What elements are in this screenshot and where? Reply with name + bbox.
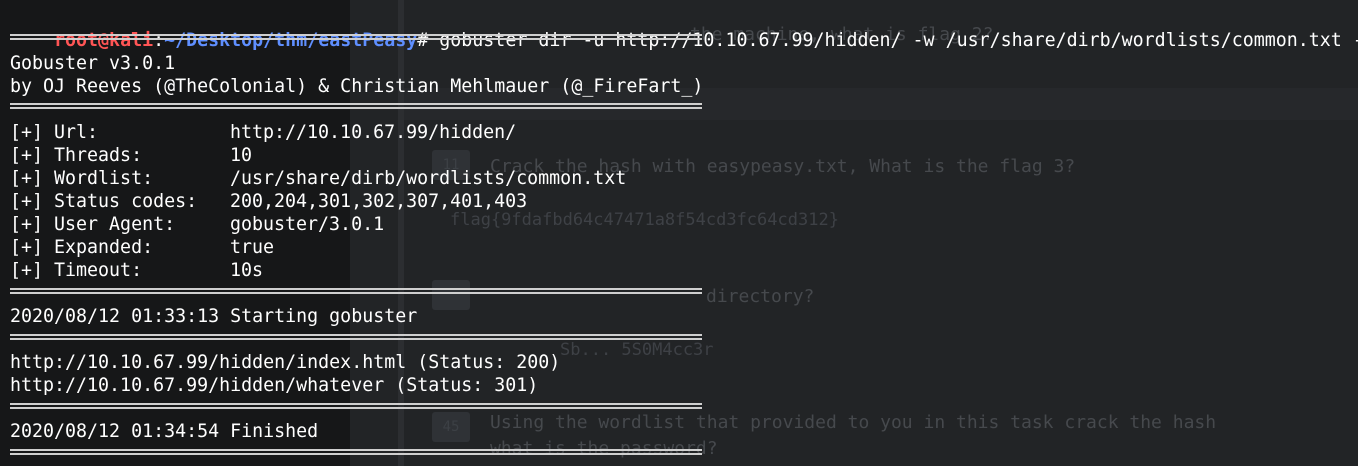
config-value: 10 <box>230 145 253 166</box>
start-line: 2020/08/12 01:33:13 Starting gobuster <box>10 306 418 327</box>
result-line: http://10.10.67.99/hidden/index.html (St… <box>10 352 561 373</box>
command-line: root@kali:~/Desktop/thm/eastPeasy# gobus… <box>10 6 1358 51</box>
separator-line <box>10 102 702 110</box>
config-key: [+] Wordlist: <box>10 168 154 189</box>
config-status-codes: [+] Status codes: 200,204,301,302,307,401… <box>10 190 527 213</box>
config-url: [+] Url: http://10.10.67.99/hidden/ <box>10 121 516 144</box>
config-value: http://10.10.67.99/hidden/ <box>230 122 517 143</box>
separator-line <box>10 287 702 295</box>
separator-line <box>10 333 702 341</box>
config-value: true <box>230 237 275 258</box>
terminal-output[interactable]: root@kali:~/Desktop/thm/eastPeasy# gobus… <box>0 0 1358 466</box>
config-value: gobuster/3.0.1 <box>230 214 385 235</box>
separator-line <box>10 33 702 41</box>
config-key: [+] Expanded: <box>10 237 154 258</box>
config-key: [+] Status codes: <box>10 191 198 212</box>
config-key: [+] User Agent: <box>10 214 176 235</box>
config-wordlist: [+] Wordlist: /usr/share/dirb/wordlists/c… <box>10 167 626 190</box>
finish-line: 2020/08/12 01:34:54 Finished <box>10 421 319 442</box>
config-expanded: [+] Expanded: true <box>10 236 274 259</box>
config-timeout: [+] Timeout: 10s <box>10 259 263 282</box>
separator-line <box>10 402 702 410</box>
config-key: [+] Url: <box>10 122 99 143</box>
config-value: 10s <box>230 260 264 281</box>
config-value: 200,204,301,302,307,401,403 <box>230 191 528 212</box>
banner-title: Gobuster v3.0.1 <box>10 53 176 74</box>
separator-line <box>10 448 702 456</box>
banner-authors: by OJ Reeves (@TheColonial) & Christian … <box>10 76 704 97</box>
config-key: [+] Timeout: <box>10 260 143 281</box>
config-user-agent: [+] User Agent: gobuster/3.0.1 <box>10 213 384 236</box>
config-key: [+] Threads: <box>10 145 143 166</box>
config-threads: [+] Threads: 10 <box>10 144 252 167</box>
config-value: /usr/share/dirb/wordlists/common.txt <box>230 168 627 189</box>
result-line: http://10.10.67.99/hidden/whatever (Stat… <box>10 375 539 396</box>
